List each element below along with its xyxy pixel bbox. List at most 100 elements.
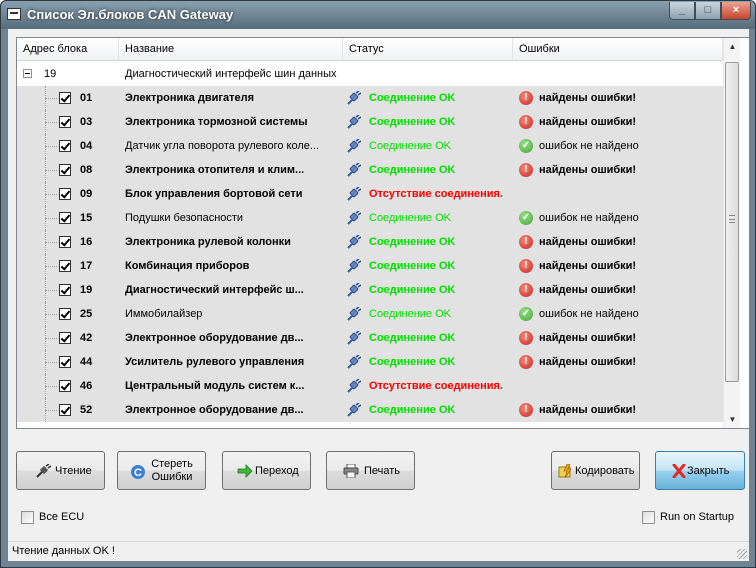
row-checkbox[interactable] <box>59 380 71 392</box>
list-item[interactable]: 03 Электроника тормозной системы Соединени… <box>17 110 723 134</box>
errors-cell: ! найдены ошибки! <box>513 86 723 110</box>
list-rows: 19 Диагностический интерфейс шин данных … <box>17 62 723 428</box>
address-cell: 04 <box>17 134 119 158</box>
errors-text: найдены ошибки! <box>539 284 637 296</box>
tree-branch <box>45 242 57 243</box>
address-text: 17 <box>80 260 93 272</box>
list-item[interactable]: 04 Датчик угла поворота рулевого коле... С… <box>17 134 723 158</box>
list-item[interactable]: 08 Электроника отопителя и клим... Соедине… <box>17 158 723 182</box>
check-icon: ✓ <box>519 211 533 225</box>
errors-text: ошибок не найдено <box>539 308 639 320</box>
print-button-label: Печать <box>364 465 401 477</box>
errors-text: найдены ошибки! <box>539 236 637 248</box>
list-item[interactable]: 15 Подушки безопасности Соединение OK ✓ ошиб… <box>17 206 723 230</box>
status-cell: Соединение OK <box>343 350 513 374</box>
list-item[interactable]: 09 Блок управления бортовой сети Отсутстви… <box>17 182 723 206</box>
row-checkbox[interactable] <box>59 116 71 128</box>
errors-cell: ! найдены ошибки! <box>513 278 723 302</box>
tree-branch <box>45 146 57 147</box>
name-cell: Датчик угла поворота рулевого коле... <box>125 140 320 152</box>
list-item[interactable]: 44 Усилитель рулевого управления Соединени… <box>17 350 723 374</box>
error-icon: ! <box>519 259 533 273</box>
row-checkbox[interactable] <box>59 188 71 200</box>
close-button[interactable]: Закрыть <box>655 451 745 490</box>
list-item[interactable]: 52 Электронное оборудование дв... Соединен… <box>17 398 723 422</box>
list-item[interactable]: 25 Иммобилайзер Соединение OK ✓ ошибок не на… <box>17 302 723 326</box>
all-ecu-checkbox[interactable]: Все ECU <box>21 511 101 525</box>
scroll-up-arrow[interactable]: ▲ <box>724 38 741 55</box>
scrollbar-thumb[interactable] <box>725 62 739 382</box>
goto-button[interactable]: Переход <box>222 451 311 490</box>
root-address-cell: 19 <box>17 62 119 86</box>
address-cell: 44 <box>17 350 119 374</box>
name-cell: Диагностический интерфейс ш... <box>125 284 304 296</box>
code-button[interactable]: Кодировать <box>551 451 640 490</box>
read-button[interactable]: Чтение <box>16 451 105 490</box>
row-checkbox[interactable] <box>59 356 71 368</box>
name-cell: Комбинация приборов <box>125 260 250 272</box>
plug-icon <box>347 259 361 273</box>
row-checkbox[interactable] <box>59 404 71 416</box>
address-text: 52 <box>80 404 93 416</box>
row-checkbox[interactable] <box>59 284 71 296</box>
errors-text: найдены ошибки! <box>539 404 637 416</box>
minimize-button[interactable]: _ <box>669 2 695 20</box>
run-on-startup-box[interactable] <box>642 511 655 524</box>
list-item[interactable]: 42 Электронное оборудование дв... Соединен… <box>17 326 723 350</box>
scroll-down-arrow[interactable]: ▼ <box>724 411 741 428</box>
error-icon: ! <box>519 403 533 417</box>
row-checkbox[interactable] <box>59 212 71 224</box>
status-text: Соединение OK <box>369 164 456 176</box>
status-cell: Соединение OK <box>343 254 513 278</box>
list-item[interactable]: 16 Электроника рулевой колонки Соединение … <box>17 230 723 254</box>
row-checkbox[interactable] <box>59 164 71 176</box>
list-item[interactable]: 01 Электроника двигателя Соединение OK! най… <box>17 86 723 110</box>
list-item[interactable]: 46 Центральный модуль систем к... Отсутств… <box>17 374 723 398</box>
name-cell: Электроника тормозной системы <box>125 116 308 128</box>
clear-errors-button[interactable]: C Стереть Ошибки <box>117 451 206 490</box>
row-checkbox[interactable] <box>59 236 71 248</box>
print-button[interactable]: Печать <box>326 451 415 490</box>
column-header-name[interactable]: Название <box>119 38 343 61</box>
collapse-icon[interactable] <box>23 69 32 78</box>
row-checkbox[interactable] <box>59 260 71 272</box>
status-bar: Чтение данных OK ! <box>8 541 749 561</box>
plug-icon <box>347 91 361 105</box>
maximize-button[interactable]: □ <box>695 2 721 20</box>
main-window: Список Эл.блоков CAN Gateway _ □ × Адрес… <box>0 0 756 568</box>
column-header-address[interactable]: Адрес блока <box>17 38 119 61</box>
errors-cell: ! найдены ошибки! <box>513 254 723 278</box>
resize-grip[interactable] <box>737 549 747 559</box>
status-text: Чтение данных OK ! <box>12 545 115 557</box>
plug-icon <box>347 403 361 417</box>
row-checkbox[interactable] <box>59 332 71 344</box>
window-title: Список Эл.блоков CAN Gateway <box>27 7 234 22</box>
list-item[interactable]: 19 Диагностический интерфейс ш... Соединен… <box>17 278 723 302</box>
status-text: Соединение OK <box>369 308 451 320</box>
tree-branch <box>45 194 57 195</box>
column-header-errors[interactable]: Ошибки <box>513 38 723 61</box>
error-icon: ! <box>519 163 533 177</box>
run-on-startup-checkbox[interactable]: Run on Startup <box>642 511 746 525</box>
errors-cell <box>513 374 723 398</box>
tree-branch <box>45 386 57 387</box>
ecu-list[interactable]: Адрес блока Название Статус Ошибки 19 Ди… <box>16 37 750 429</box>
address-text: 15 <box>80 212 93 224</box>
row-checkbox[interactable] <box>59 92 71 104</box>
column-header-status[interactable]: Статус <box>343 38 513 61</box>
errors-cell <box>513 182 723 206</box>
close-window-button[interactable]: × <box>721 2 751 20</box>
address-cell: 03 <box>17 110 119 134</box>
title-bar[interactable]: Список Эл.блоков CAN Gateway _ □ × <box>1 1 755 29</box>
status-text: Соединение OK <box>369 236 456 248</box>
row-checkbox[interactable] <box>59 140 71 152</box>
plug-icon <box>36 464 51 478</box>
app-icon[interactable] <box>7 8 21 20</box>
list-item[interactable]: 17 Комбинация приборов Соединение OK! найде… <box>17 254 723 278</box>
address-text: 44 <box>80 356 93 368</box>
tree-root-row[interactable]: 19 Диагностический интерфейс шин данных <box>17 62 723 86</box>
status-text: Соединение OK <box>369 356 456 368</box>
vertical-scrollbar[interactable]: ▲ ▼ <box>723 38 740 428</box>
row-checkbox[interactable] <box>59 308 71 320</box>
all-ecu-box[interactable] <box>21 511 34 524</box>
